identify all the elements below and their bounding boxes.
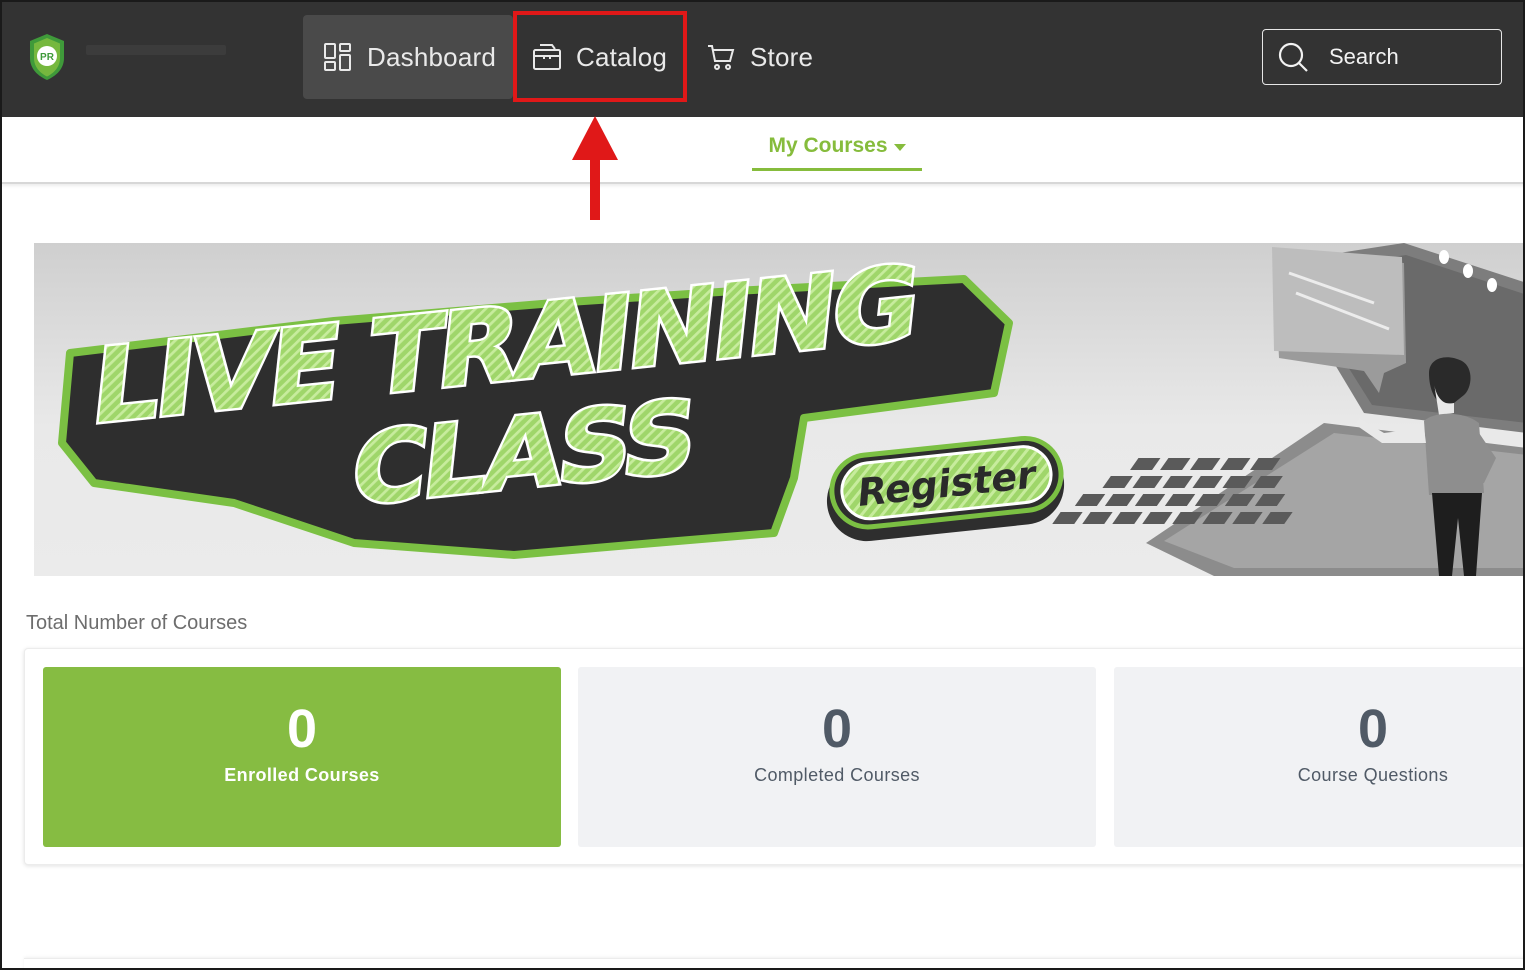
nav-store-label: Store xyxy=(750,41,814,72)
course-questions-card[interactable]: 0 Course Questions xyxy=(1114,667,1523,847)
search-label: Search xyxy=(1329,44,1399,69)
completed-courses-count: 0 xyxy=(821,699,853,759)
folder-icon xyxy=(533,44,561,70)
enrolled-courses-label: Enrolled Courses xyxy=(224,765,380,785)
completed-courses-label: Completed Courses xyxy=(754,765,920,785)
search-icon xyxy=(1278,42,1308,72)
course-questions-count: 0 xyxy=(1357,699,1389,759)
register-button[interactable]: Register xyxy=(822,435,1068,545)
laptop-illustration xyxy=(1052,243,1523,576)
chevron-down-icon xyxy=(893,144,906,151)
course-questions-label: Course Questions xyxy=(1297,765,1449,785)
logo-wordmark xyxy=(86,45,226,55)
my-courses-dropdown[interactable]: My Courses xyxy=(752,134,922,171)
red-arrow-annotation xyxy=(572,116,618,220)
nav-catalog-label: Catalog xyxy=(576,41,668,72)
live-training-banner[interactable]: LIVE TRAINING CLASS Register xyxy=(34,243,1523,576)
shield-logo-icon[interactable]: PR xyxy=(26,32,68,82)
nav-catalog[interactable]: Catalog xyxy=(514,15,686,99)
cart-icon xyxy=(708,45,735,70)
completed-courses-card[interactable]: 0 Completed Courses xyxy=(578,667,1096,847)
stats-section-title: Total Number of Courses xyxy=(26,612,248,634)
app-window: PR Dashboard Catalog Store Search My Cou… xyxy=(0,0,1525,970)
search-button[interactable]: Search xyxy=(1262,29,1502,85)
logo-badge-text: PR xyxy=(40,52,55,63)
nav-dashboard[interactable]: Dashboard xyxy=(303,15,513,99)
nav-store[interactable]: Store xyxy=(702,15,842,99)
sub-navigation-bar: My Courses xyxy=(2,117,1523,184)
enrolled-courses-card[interactable]: 0 Enrolled Courses xyxy=(43,667,561,847)
nav-dashboard-label: Dashboard xyxy=(367,41,496,72)
top-navigation-bar: PR Dashboard Catalog Store Search xyxy=(2,2,1523,117)
enrolled-courses-count: 0 xyxy=(286,699,318,759)
next-panel-edge xyxy=(24,958,1523,968)
my-courses-label: My Courses xyxy=(768,134,888,157)
dashboard-grid-icon xyxy=(324,43,351,71)
